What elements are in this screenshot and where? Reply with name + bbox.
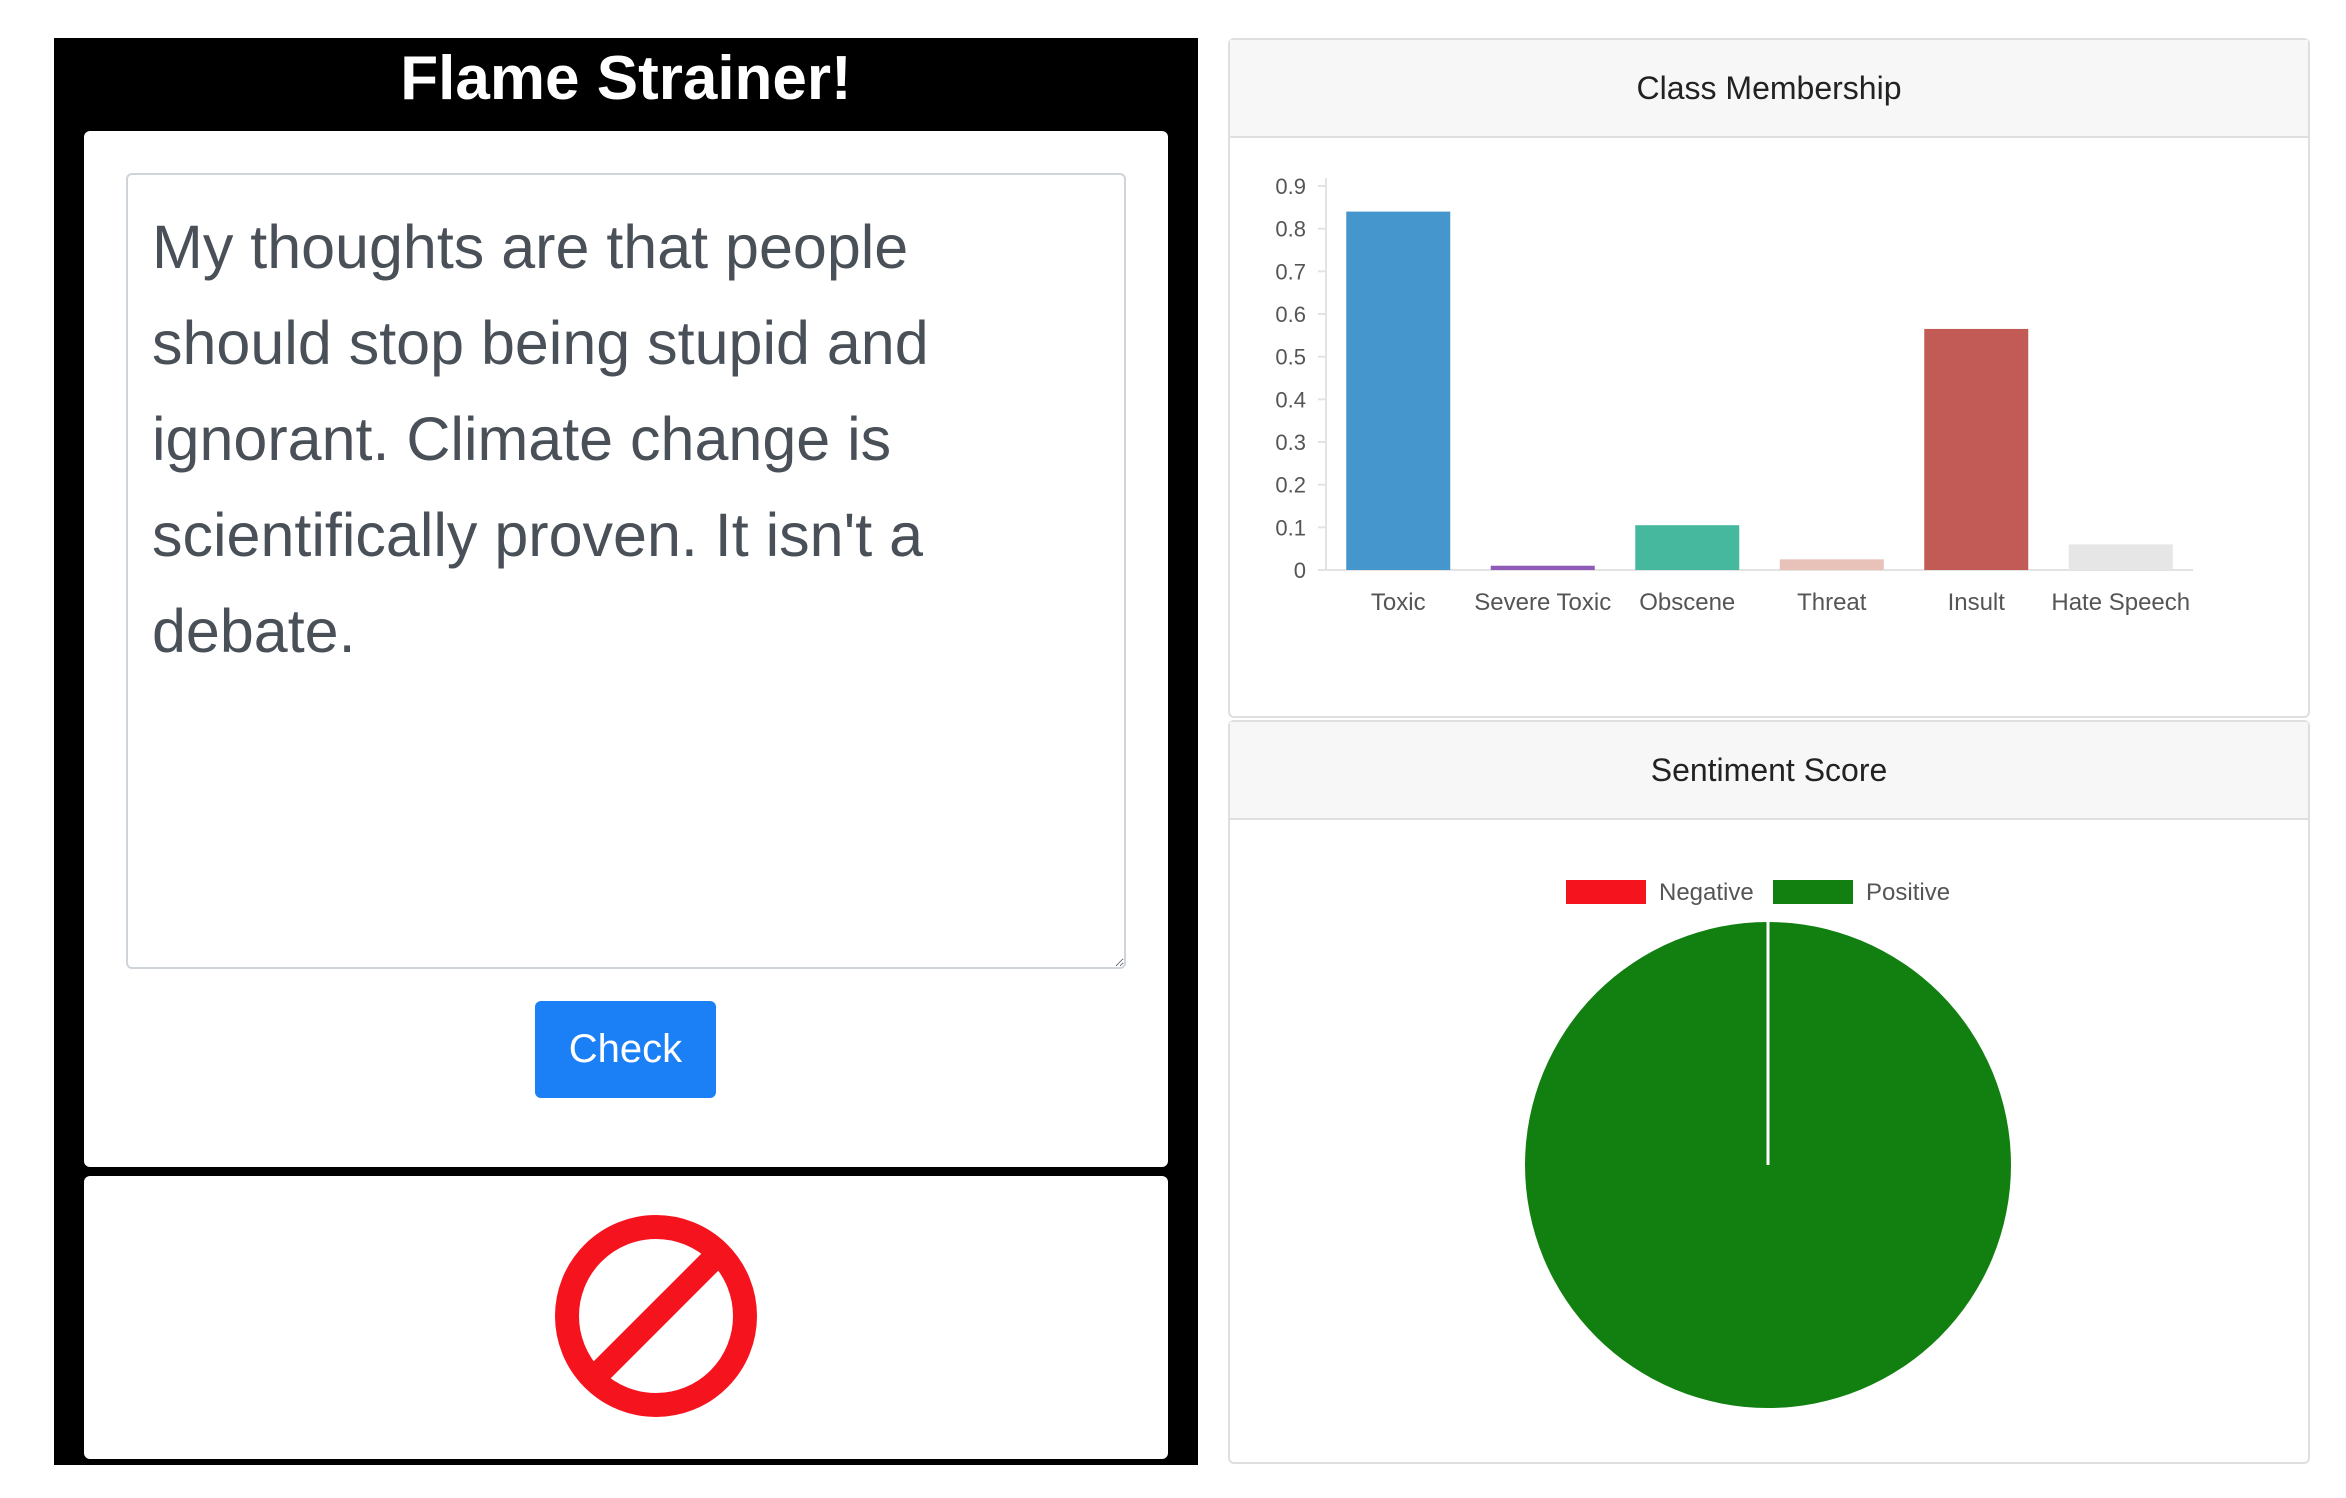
class-membership-chart: 0 0.1 0.2 0.3 0.4 0.5 0.6 0.7 0.8 0.9 Toxic Severe …: [1275, 174, 2193, 616]
sentiment-score-chart: Negative Positive: [1525, 879, 2011, 1408]
class-membership-header: Class Membership: [1230, 40, 2308, 138]
legend-swatch-negative[interactable]: [1566, 880, 1646, 904]
x-category-label: Toxic: [1371, 589, 1426, 616]
x-category-label: Obscene: [1639, 589, 1735, 616]
flame-strainer-panel: Flame Strainer! Check: [54, 38, 1198, 1465]
prohibited-icon-slash: [584, 1244, 728, 1388]
y-tick-label: 0.4: [1275, 387, 1306, 412]
y-tick-label: 0.8: [1275, 217, 1306, 242]
input-card: Check: [84, 131, 1168, 1167]
check-button[interactable]: Check: [535, 1001, 716, 1098]
legend-label-negative: Negative: [1659, 879, 1754, 906]
y-tick-label: 0.6: [1275, 302, 1306, 327]
y-tick-label: 0.5: [1275, 345, 1306, 370]
class-membership-panel: Class Membership 0 0.1 0.2 0.3 0.4 0.5 0.6 0.7 0…: [1228, 38, 2310, 718]
bar-threat[interactable]: [1779, 559, 1884, 570]
x-category-label: Insult: [1948, 589, 2006, 616]
y-tick-label: 0.9: [1275, 174, 1306, 199]
result-card: [84, 1176, 1168, 1459]
y-tick-label: 0: [1294, 558, 1306, 583]
x-category-label: Severe Toxic: [1474, 589, 1611, 616]
sentiment-score-panel: Sentiment Score Negative Positive: [1228, 720, 2310, 1464]
comment-textarea[interactable]: [126, 173, 1126, 969]
bar-insult[interactable]: [1924, 328, 2029, 570]
bar-obscene[interactable]: [1635, 525, 1740, 570]
app-title: Flame Strainer!: [400, 44, 852, 113]
bar-toxic[interactable]: [1346, 211, 1451, 570]
bar-severe-toxic[interactable]: [1490, 565, 1595, 570]
x-category-label: Threat: [1797, 589, 1867, 616]
legend-swatch-positive[interactable]: [1773, 880, 1853, 904]
sentiment-score-header: Sentiment Score: [1230, 722, 2308, 820]
y-tick-label: 0.1: [1275, 515, 1306, 540]
legend-label-positive: Positive: [1866, 879, 1950, 906]
y-tick-label: 0.7: [1275, 259, 1306, 284]
x-category-label: Hate Speech: [2051, 589, 2190, 616]
y-tick-label: 0.3: [1275, 430, 1306, 455]
y-tick-label: 0.2: [1275, 473, 1306, 498]
prohibited-icon: [555, 1215, 757, 1417]
bar-hate-speech[interactable]: [2068, 544, 2173, 570]
